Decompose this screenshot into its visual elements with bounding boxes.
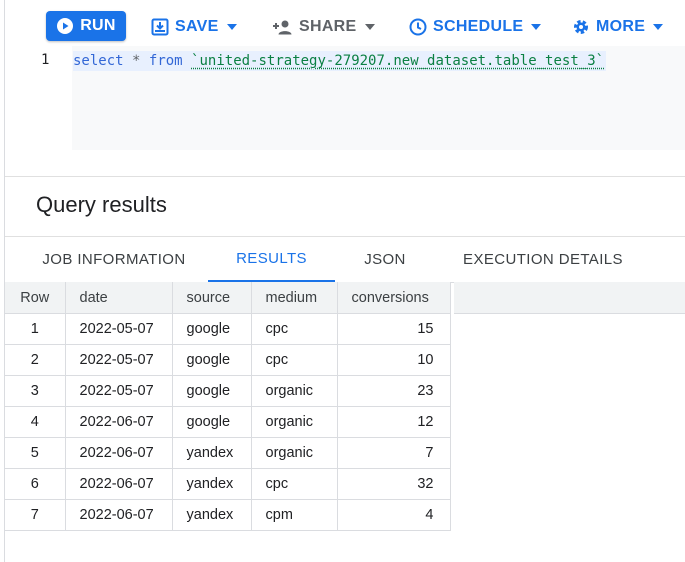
share-label: SHARE [299, 18, 357, 35]
column-header-row[interactable]: Row [5, 282, 66, 314]
save-label: SAVE [175, 18, 219, 35]
cell-medium: organic [251, 406, 338, 438]
results-tabs: JOB INFORMATION RESULTS JSON EXECUTION D… [5, 237, 685, 283]
chevron-down-icon [531, 24, 542, 30]
more-button[interactable]: MORE [572, 12, 664, 42]
cell-conversions: 4 [337, 499, 451, 531]
more-label: MORE [596, 18, 646, 35]
schedule-button[interactable]: SCHEDULE [409, 12, 542, 42]
cell-date: 2022-06-07 [65, 437, 173, 469]
column-header-date[interactable]: date [65, 282, 173, 314]
table-row: 6 2022-06-07 yandex cpc 32 [5, 468, 451, 500]
run-label: RUN [80, 17, 116, 34]
cell-row: 5 [5, 437, 66, 469]
cell-source: google [172, 406, 252, 438]
tab-execution-details[interactable]: EXECUTION DETAILS [445, 237, 641, 282]
cell-conversions: 15 [337, 313, 451, 345]
run-button[interactable]: RUN [46, 11, 126, 41]
cell-row: 6 [5, 468, 66, 500]
cell-date: 2022-05-07 [65, 375, 173, 407]
cell-row: 3 [5, 375, 66, 407]
table-row: 2 2022-05-07 google cpc 10 [5, 344, 451, 376]
line-number: 1 [41, 52, 50, 68]
table-row: 1 2022-05-07 google cpc 15 [5, 313, 451, 345]
code-line[interactable]: select * from `united-strategy-279207.ne… [73, 51, 607, 71]
table-row: 4 2022-06-07 google organic 12 [5, 406, 451, 438]
column-header-conversions[interactable]: conversions [337, 282, 451, 314]
code-area[interactable]: select * from `united-strategy-279207.ne… [72, 46, 685, 150]
table-header-row: Row date source medium conversions [5, 282, 451, 314]
table-row: 5 2022-06-07 yandex organic 7 [5, 437, 451, 469]
cell-conversions: 7 [337, 437, 451, 469]
keyword-from: from [148, 53, 183, 69]
cell-conversions: 23 [337, 375, 451, 407]
cell-medium: cpc [251, 468, 338, 500]
cell-source: yandex [172, 437, 252, 469]
cell-date: 2022-06-07 [65, 406, 173, 438]
tab-json[interactable]: JSON [335, 237, 435, 282]
table-header-fill [454, 282, 685, 314]
cell-conversions: 32 [337, 468, 451, 500]
save-button[interactable]: SAVE [151, 12, 237, 42]
chevron-down-icon [226, 24, 237, 30]
cell-date: 2022-06-07 [65, 468, 173, 500]
table-row: 7 2022-06-07 yandex cpm 4 [5, 499, 451, 531]
column-header-medium[interactable]: medium [251, 282, 338, 314]
sql-editor[interactable]: 1 select * from `united-strategy-279207.… [5, 46, 685, 150]
toolbar: RUN SAVE SHARE SCHEDULE MORE [5, 0, 685, 50]
cell-row: 2 [5, 344, 66, 376]
cell-conversions: 12 [337, 406, 451, 438]
operator-star: * [132, 53, 141, 69]
cell-source: google [172, 375, 252, 407]
cell-source: yandex [172, 499, 252, 531]
cell-date: 2022-05-07 [65, 344, 173, 376]
cell-row: 4 [5, 406, 66, 438]
cell-source: google [172, 344, 252, 376]
cell-row: 7 [5, 499, 66, 531]
cell-row: 1 [5, 313, 66, 345]
line-gutter: 1 [5, 46, 72, 150]
gear-icon [572, 18, 590, 36]
query-results-title: Query results [36, 192, 167, 217]
cell-medium: cpc [251, 344, 338, 376]
column-header-source[interactable]: source [172, 282, 252, 314]
share-button[interactable]: SHARE [271, 12, 375, 42]
cell-source: yandex [172, 468, 252, 500]
tab-job-information[interactable]: JOB INFORMATION [17, 237, 211, 282]
play-icon [56, 17, 74, 35]
schedule-label: SCHEDULE [433, 18, 524, 35]
chevron-down-icon [653, 24, 664, 30]
table-reference[interactable]: `united-strategy-279207.new_dataset.tabl… [191, 53, 604, 69]
cell-medium: cpc [251, 313, 338, 345]
clock-icon [409, 18, 427, 36]
cell-date: 2022-05-07 [65, 313, 173, 345]
tab-results[interactable]: RESULTS [208, 237, 335, 282]
cell-medium: organic [251, 437, 338, 469]
table-row: 3 2022-05-07 google organic 23 [5, 375, 451, 407]
chevron-down-icon [364, 24, 375, 30]
save-icon [151, 18, 169, 36]
cell-source: google [172, 313, 252, 345]
cell-medium: organic [251, 375, 338, 407]
cell-date: 2022-06-07 [65, 499, 173, 531]
cell-medium: cpm [251, 499, 338, 531]
divider [5, 176, 685, 177]
results-table: Row date source medium conversions 1 202… [5, 282, 451, 531]
query-editor-panel: RUN SAVE SHARE SCHEDULE MORE 1 select * … [4, 0, 685, 562]
keyword-select: select [73, 53, 124, 69]
person-add-icon [271, 19, 293, 35]
cell-conversions: 10 [337, 344, 451, 376]
